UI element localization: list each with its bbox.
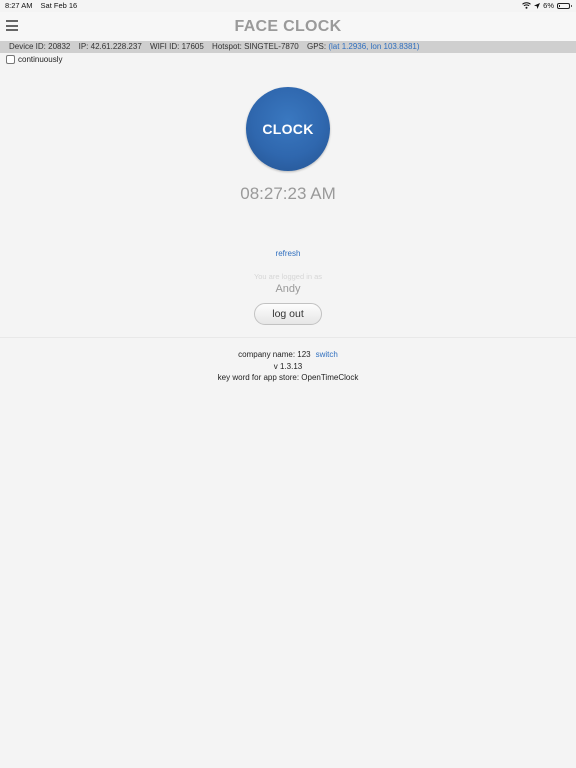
divider: [0, 337, 576, 338]
status-time: 8:27 AM: [5, 1, 33, 10]
continuous-label: continuously: [18, 55, 63, 64]
battery-icon: [557, 2, 572, 9]
app-store-keyword: key word for app store: OpenTimeClock: [217, 373, 359, 382]
ip-address: IP: 42.61.228.237: [78, 42, 142, 51]
switch-company-link[interactable]: switch: [316, 350, 338, 359]
location-icon: [534, 2, 541, 9]
status-bar-right: 6%: [522, 1, 572, 10]
wifi-id: WIFI ID: 17605: [150, 42, 204, 51]
face-clock-screen: 8:27 AM Sat Feb 16 6% FACE CLOCK Device …: [0, 0, 576, 768]
logged-in-label: You are logged in as: [253, 272, 323, 281]
app-version: v 1.3.13: [273, 362, 303, 371]
user-name: Andy: [275, 283, 301, 295]
battery-level-fill: [559, 4, 560, 7]
app-header: FACE CLOCK: [0, 12, 576, 41]
refresh-link[interactable]: refresh: [0, 249, 576, 258]
device-info-bar: Device ID: 20832 IP: 42.61.228.237 WIFI …: [0, 41, 576, 53]
continuous-option[interactable]: continuously: [6, 55, 62, 64]
company-name: company name: 123: [238, 350, 311, 359]
wifi-icon: [522, 2, 531, 9]
device-id: Device ID: 20832: [9, 42, 71, 51]
status-bar-left: 8:27 AM Sat Feb 16: [5, 1, 77, 10]
continuous-checkbox[interactable]: [6, 55, 15, 64]
company-row: company name: 123 switch: [0, 350, 576, 359]
gps-label: GPS:: [307, 42, 327, 51]
battery-percent: 6%: [543, 1, 554, 10]
status-bar: 8:27 AM Sat Feb 16 6%: [0, 0, 576, 12]
clock-button[interactable]: CLOCK: [246, 87, 330, 171]
gps-value[interactable]: (lat 1.2936, lon 103.8381): [328, 42, 419, 51]
hotspot: Hotspot: SINGTEL-7870: [212, 42, 299, 51]
logout-button[interactable]: log out: [254, 303, 322, 325]
page-title: FACE CLOCK: [234, 18, 342, 35]
status-date: Sat Feb 16: [40, 1, 78, 10]
current-time: 08:27:23 AM: [240, 184, 336, 203]
